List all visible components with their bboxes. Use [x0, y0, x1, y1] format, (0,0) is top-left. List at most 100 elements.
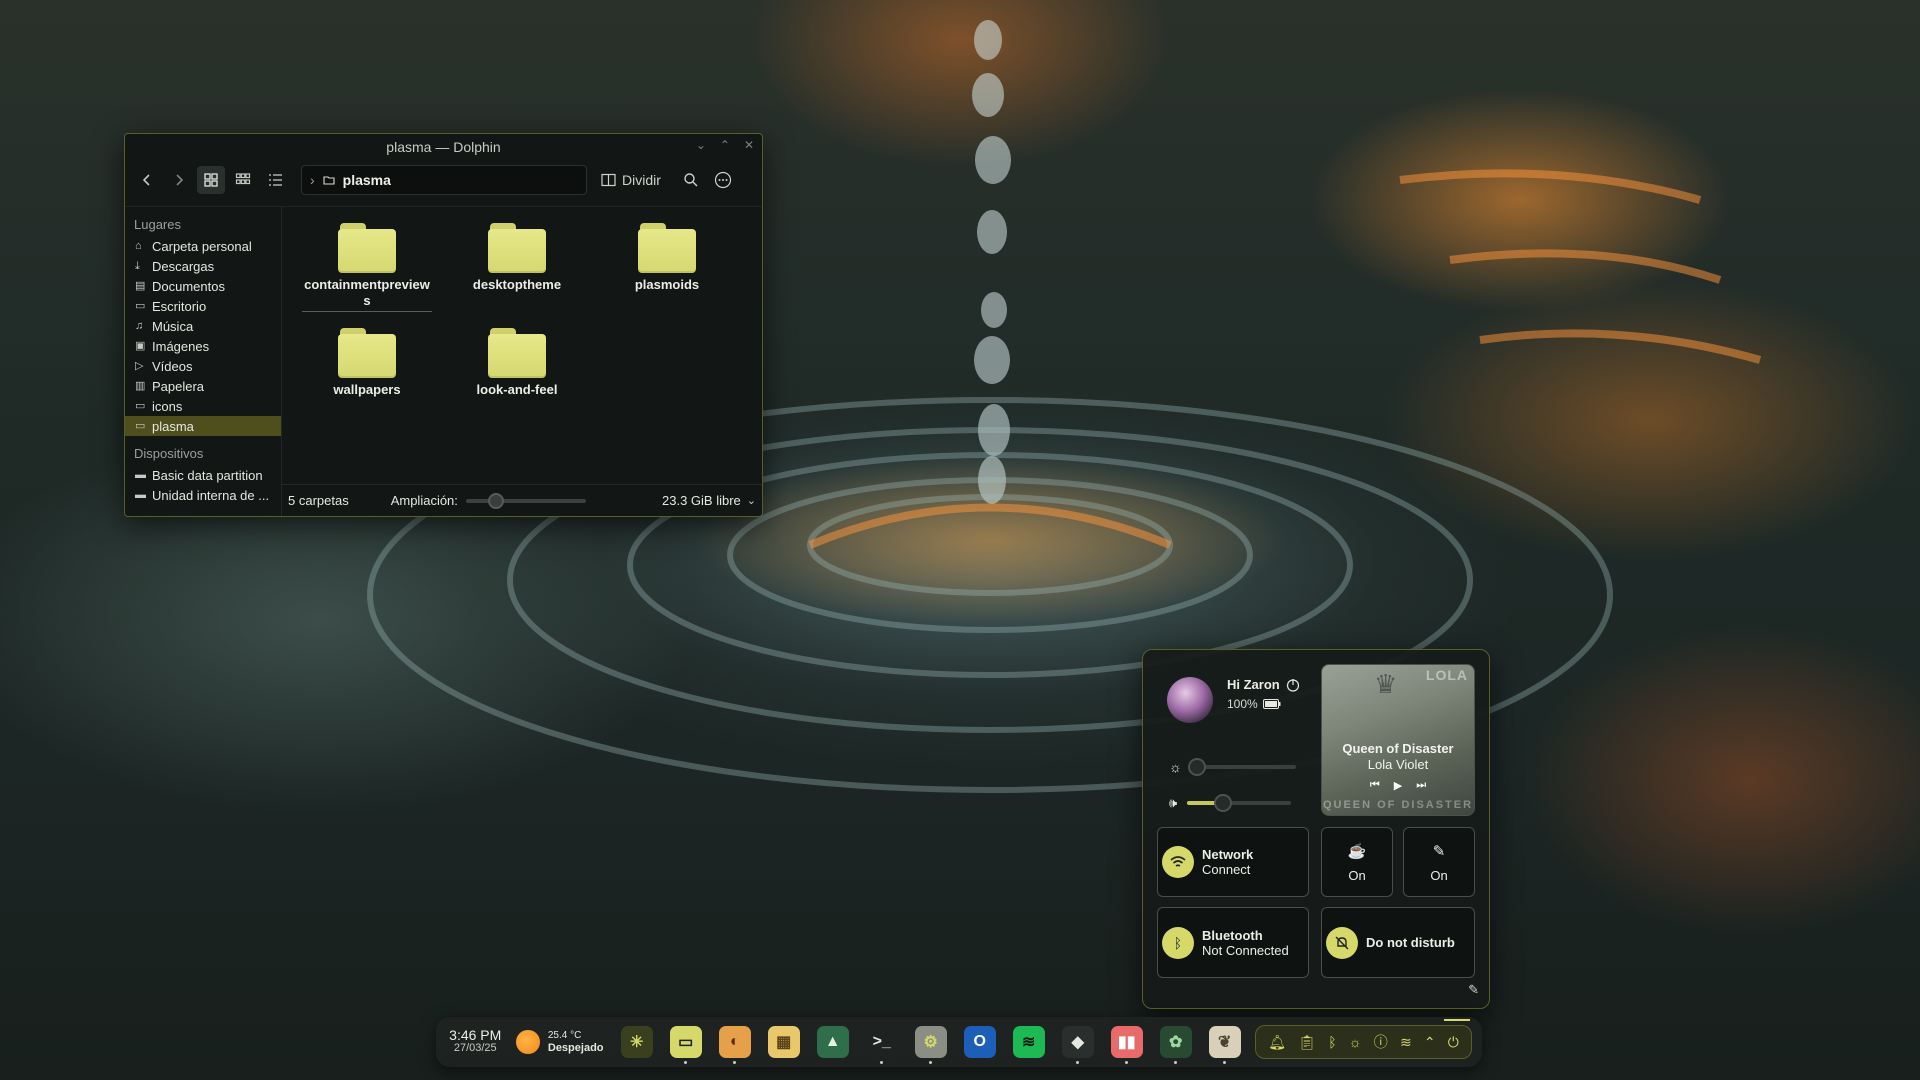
- sidebar-item-home[interactable]: ⌂ Carpeta personal: [125, 236, 281, 256]
- folder-item[interactable]: containmentpreviews: [292, 217, 442, 312]
- music-icon: ♫: [135, 319, 144, 332]
- outlook-icon: O: [963, 1026, 996, 1058]
- crown-icon: ♛: [1374, 669, 1398, 699]
- network-tile[interactable]: Network Connect: [1157, 827, 1309, 897]
- battery-icon: [1262, 699, 1281, 709]
- title-bar[interactable]: plasma — Dolphin ⌄ ⌃ ✕: [125, 134, 762, 160]
- taskbar-app[interactable]: ▭: [661, 1017, 710, 1067]
- back-button[interactable]: [133, 166, 161, 194]
- menu-button[interactable]: [709, 166, 737, 194]
- bluetooth-tile[interactable]: ᛒ Bluetooth Not Connected: [1157, 907, 1309, 978]
- folder-item[interactable]: desktoptheme: [442, 217, 592, 312]
- taskbar-app[interactable]: ⚙: [906, 1017, 955, 1067]
- sidebar-item-desktop[interactable]: ▭ Escritorio: [125, 296, 281, 316]
- avatar[interactable]: [1167, 677, 1213, 723]
- taskbar-app[interactable]: ✳: [612, 1017, 661, 1067]
- power-icon[interactable]: ⏻: [1448, 1034, 1459, 1051]
- breadcrumb[interactable]: plasma: [343, 172, 391, 188]
- sidebar-item-icons[interactable]: ▭ icons: [125, 396, 281, 416]
- next-icon[interactable]: ⏭: [1416, 779, 1426, 792]
- play-icon[interactable]: ▶: [1394, 779, 1402, 792]
- dnd-tile[interactable]: Do not disturb: [1321, 907, 1475, 978]
- kde-icon: ✳: [620, 1026, 653, 1058]
- drive-icon: ▬: [135, 488, 146, 501]
- brightness-slider[interactable]: [1187, 758, 1296, 776]
- search-button[interactable]: [677, 166, 705, 194]
- icons-view-button[interactable]: [197, 166, 225, 194]
- folder-item[interactable]: plasmoids: [592, 217, 742, 312]
- running-indicator: [1125, 1061, 1129, 1064]
- taskbar-app[interactable]: ▲: [808, 1017, 857, 1067]
- taskbar-app[interactable]: ✿: [1151, 1017, 1200, 1067]
- coffee-icon: ☕: [1347, 842, 1367, 860]
- taskbar-app[interactable]: ▦: [759, 1017, 808, 1067]
- wifi-icon[interactable]: ≋: [1400, 1034, 1412, 1051]
- clipboard-icon[interactable]: 📋︎: [1298, 1034, 1316, 1051]
- compact-view-button[interactable]: [229, 166, 257, 194]
- sidebar-item-basic-data-partition[interactable]: ▬ Basic data partition: [125, 465, 281, 485]
- free-space[interactable]: 23.3 GiB libre ⌄: [662, 493, 756, 508]
- sidebar-item-documents[interactable]: ▤ Documentos: [125, 276, 281, 296]
- sidebar-item-label: Música: [152, 318, 194, 334]
- taskbar-app[interactable]: ◆: [1053, 1017, 1102, 1067]
- sidebar-item-trash[interactable]: ▥ Papelera: [125, 376, 281, 396]
- taskbar-app[interactable]: >_: [857, 1017, 906, 1067]
- sidebar-item-plasma[interactable]: ▭ plasma: [125, 416, 281, 436]
- media-controls: ⏮ ▶ ⏭: [1322, 779, 1474, 792]
- zoom-slider-handle[interactable]: [487, 492, 504, 509]
- split-label: Dividir: [622, 172, 661, 188]
- folder-icon: [338, 328, 396, 378]
- taskbar-app[interactable]: ≋: [1004, 1017, 1053, 1067]
- weather-description: Despejado: [547, 1042, 604, 1054]
- taskbar-app[interactable]: ▮▮: [1102, 1017, 1151, 1067]
- zoom-slider[interactable]: [465, 492, 586, 509]
- volume-slider[interactable]: [1187, 794, 1292, 812]
- sidebar-item-images[interactable]: ▣ Imágenes: [125, 336, 281, 356]
- details-view-button[interactable]: [261, 166, 289, 194]
- folder-icon: [488, 328, 546, 378]
- brightness-icon[interactable]: ☼: [1349, 1034, 1362, 1050]
- sidebar-item-label: Carpeta personal: [152, 238, 252, 254]
- brightness-slider-handle[interactable]: [1187, 758, 1206, 776]
- maximize-icon[interactable]: ⌃: [720, 138, 730, 152]
- split-view-icon: [601, 173, 616, 187]
- media-player: LOLA ♛ Queen of Disaster Lola Violet ⏮ ▶…: [1321, 664, 1475, 816]
- minimize-icon[interactable]: ⌄: [696, 138, 706, 152]
- forward-button[interactable]: [165, 166, 193, 194]
- caffeine-tile[interactable]: ☕ On: [1321, 827, 1393, 897]
- bluetooth-icon[interactable]: ᛒ: [1328, 1034, 1336, 1050]
- window-title: plasma — Dolphin: [386, 139, 501, 155]
- compact-grid-icon: [235, 173, 251, 185]
- weather-widget[interactable]: 25.4 °C Despejado: [548, 1029, 612, 1055]
- battery-percent: 100%: [1227, 697, 1258, 711]
- volume-slider-handle[interactable]: [1214, 794, 1233, 812]
- firefox-icon: ◐: [718, 1026, 751, 1058]
- sidebar-item-label: Basic data partition: [152, 467, 263, 483]
- sidebar-item-videos[interactable]: ▷ Vídeos: [125, 356, 281, 376]
- folder-item[interactable]: look-and-feel: [442, 322, 592, 398]
- power-icon[interactable]: [1286, 678, 1300, 692]
- folder-name: look-and-feel: [476, 382, 558, 397]
- night-light-tile[interactable]: ✎ On: [1403, 827, 1475, 897]
- taskbar-app[interactable]: ◐: [710, 1017, 759, 1067]
- chevron-up-icon[interactable]: ⌃: [1424, 1034, 1436, 1051]
- previous-icon[interactable]: ⏮: [1370, 779, 1380, 792]
- file-view[interactable]: containmentpreviews desktoptheme plasmoi…: [282, 207, 762, 516]
- taskbar-app[interactable]: O: [955, 1017, 1004, 1067]
- sidebar-item-label: Documentos: [152, 278, 225, 294]
- folder-count: 5 carpetas: [288, 493, 349, 508]
- sidebar-item-internal-drive[interactable]: ▬ Unidad interna de ...: [125, 485, 281, 505]
- location-bar[interactable]: › plasma: [301, 165, 587, 195]
- split-button[interactable]: Dividir: [601, 172, 661, 188]
- sidebar-item-downloads[interactable]: ⤓ Descargas: [125, 256, 281, 276]
- taskbar-app[interactable]: ❦: [1200, 1017, 1249, 1067]
- sidebar-item-music[interactable]: ♫ Música: [125, 316, 281, 336]
- help-icon[interactable]: ⓘ: [1374, 1032, 1388, 1052]
- folder-name: plasmoids: [634, 277, 700, 292]
- folder-item[interactable]: wallpapers: [292, 322, 442, 398]
- close-icon[interactable]: ✕: [744, 138, 754, 152]
- grid-icon: [204, 173, 218, 187]
- edit-icon[interactable]: ✎: [1468, 982, 1479, 998]
- bell-icon[interactable]: 🔔︎: [1268, 1034, 1286, 1051]
- clock[interactable]: 3:46 PM 27/03/25: [446, 1028, 504, 1055]
